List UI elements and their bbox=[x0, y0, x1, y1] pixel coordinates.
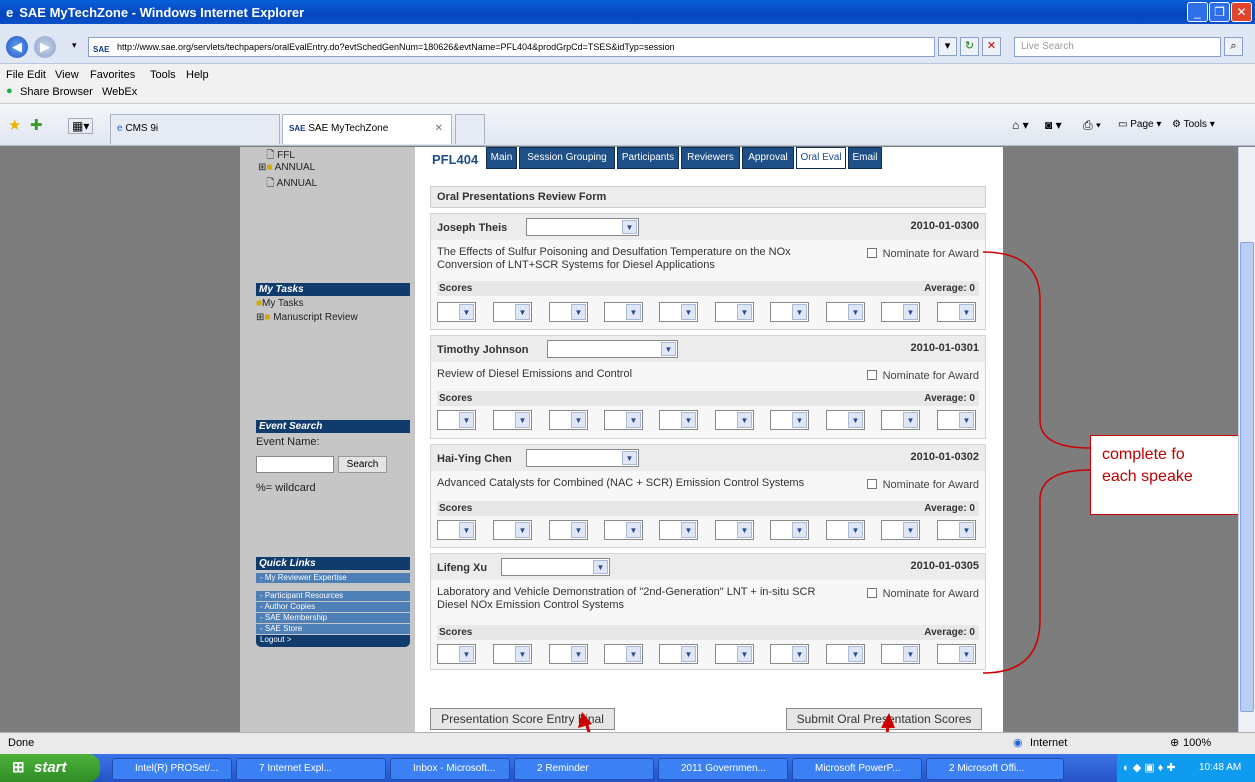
annotation-overlay bbox=[578, 251, 1091, 782]
status-bar: Done ◉ Internet ⊕ 100% bbox=[0, 732, 1255, 754]
status-text: Done bbox=[8, 737, 35, 749]
taskbar-item[interactable]: Microsoft PowerP... bbox=[792, 758, 922, 780]
system-tray: ◐ ◆ ▣ ♦ ✚ 10:48 AM bbox=[1117, 754, 1255, 782]
taskbar-item[interactable]: 7 Internet Expl... bbox=[236, 758, 386, 780]
taskbar-item[interactable]: 2 Microsoft Offi... bbox=[926, 758, 1064, 780]
bracket-top bbox=[982, 251, 1091, 449]
zoom-icon: ⊕ bbox=[1170, 737, 1180, 749]
annotation-callout: complete fo each speake bbox=[1090, 435, 1255, 515]
callout-line1: complete fo bbox=[1102, 446, 1185, 463]
clock: 10:48 AM bbox=[1199, 762, 1242, 773]
vertical-scrollbar[interactable] bbox=[1238, 147, 1255, 732]
scrollbar-thumb[interactable] bbox=[1240, 242, 1254, 712]
start-button[interactable]: ⊞ start bbox=[0, 754, 100, 782]
taskbar-item[interactable]: 2 Reminder bbox=[514, 758, 654, 780]
zoom-level[interactable]: 100% bbox=[1183, 733, 1211, 753]
windows-logo-icon: ⊞ bbox=[12, 759, 25, 776]
start-label: start bbox=[34, 759, 67, 776]
globe-icon: ◉ bbox=[1013, 737, 1023, 749]
bracket-bottom bbox=[982, 469, 1091, 674]
tray-icons: ◐ ◆ ▣ ♦ ✚ bbox=[1123, 762, 1176, 774]
arrow-submit-head bbox=[881, 713, 895, 728]
zone-label: Internet bbox=[1030, 737, 1068, 749]
taskbar-item[interactable]: 2011 Governmen... bbox=[658, 758, 788, 780]
callout-line2: each speake bbox=[1102, 468, 1193, 485]
taskbar-item[interactable]: Intel(R) PROSet/... bbox=[112, 758, 232, 780]
taskbar-item[interactable]: Inbox - Microsoft... bbox=[390, 758, 510, 780]
arrow-final-head bbox=[578, 712, 592, 728]
